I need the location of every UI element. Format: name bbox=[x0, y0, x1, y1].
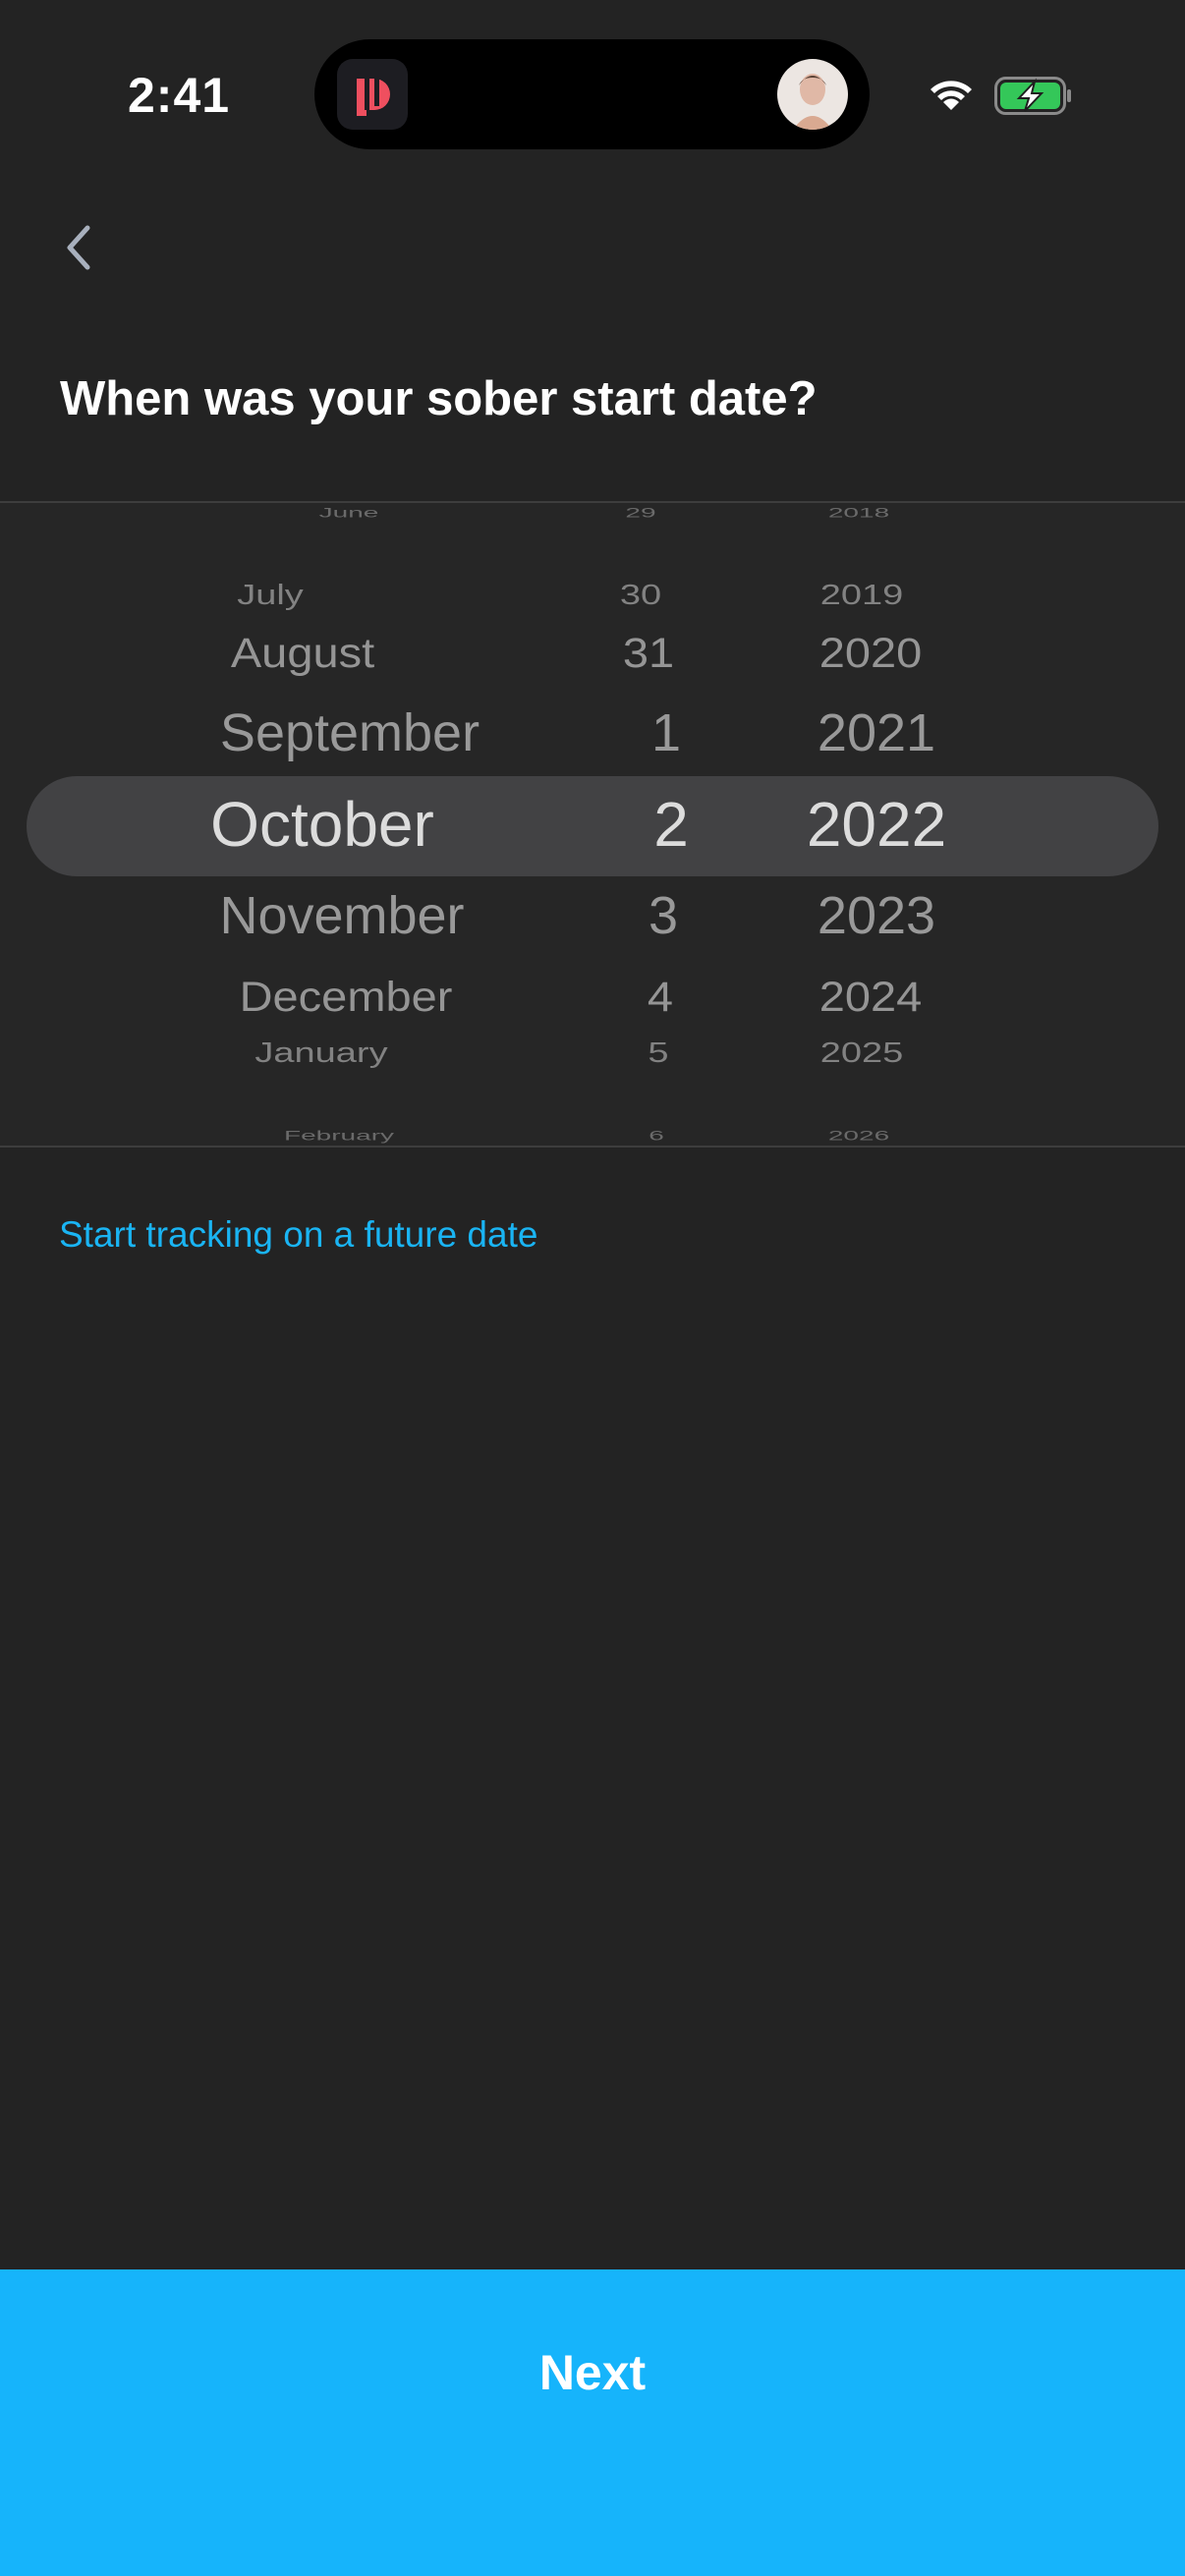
picker-month-option[interactable]: November bbox=[219, 889, 464, 942]
picker-day-option[interactable]: 2 bbox=[653, 793, 689, 856]
next-button-label: Next bbox=[538, 2345, 647, 2400]
picker-month-option[interactable]: June bbox=[319, 506, 379, 520]
picker-day-option[interactable]: 5 bbox=[648, 1039, 668, 1068]
dynamic-island bbox=[314, 39, 870, 149]
page-title: When was your sober start date? bbox=[60, 372, 818, 425]
picker-year-option[interactable]: 2021 bbox=[818, 706, 935, 759]
picker-year-option[interactable]: 2020 bbox=[819, 632, 923, 673]
picker-year-option[interactable]: 2019 bbox=[820, 582, 904, 610]
chevron-left-icon bbox=[67, 225, 90, 270]
date-picker[interactable]: June July August September October November De… bbox=[0, 503, 1185, 1146]
picker-month-option[interactable]: December bbox=[240, 976, 453, 1017]
picker-day-option[interactable]: 1 bbox=[651, 706, 681, 759]
divider-bottom bbox=[0, 1146, 1185, 1148]
avatar[interactable] bbox=[777, 59, 848, 130]
picker-month-option[interactable]: October bbox=[210, 793, 434, 856]
picker-year-option[interactable]: 2023 bbox=[818, 889, 935, 942]
picker-month-option[interactable]: February bbox=[284, 1129, 394, 1143]
picker-day-option[interactable]: 4 bbox=[648, 976, 673, 1017]
picker-month-option[interactable]: July bbox=[237, 582, 304, 610]
picker-year-option[interactable]: 2025 bbox=[820, 1039, 904, 1068]
picker-day-option[interactable]: 30 bbox=[620, 582, 661, 610]
picker-month-option[interactable]: September bbox=[220, 706, 480, 759]
battery-charging-icon bbox=[994, 77, 1071, 115]
status-bar: 2:41 bbox=[0, 0, 1185, 187]
picker-year-option[interactable]: 2026 bbox=[828, 1129, 889, 1143]
picker-day-option[interactable]: 29 bbox=[625, 506, 655, 520]
picker-month-option[interactable]: January bbox=[254, 1039, 387, 1068]
picker-selection-highlight bbox=[27, 776, 1158, 876]
picker-day-option[interactable]: 3 bbox=[649, 889, 678, 942]
picker-day-option[interactable]: 31 bbox=[623, 632, 674, 673]
wifi-icon bbox=[931, 81, 972, 110]
picker-day-option[interactable]: 6 bbox=[649, 1129, 664, 1143]
picker-year-option[interactable]: 2022 bbox=[807, 793, 946, 856]
back-button[interactable] bbox=[49, 218, 108, 277]
future-date-link[interactable]: Start tracking on a future date bbox=[59, 1214, 537, 1256]
picker-year-option[interactable]: 2018 bbox=[828, 506, 889, 520]
picker-month-option[interactable]: August bbox=[231, 632, 374, 673]
next-button[interactable]: Next bbox=[0, 2269, 1185, 2576]
app-icon[interactable] bbox=[337, 59, 408, 130]
status-time: 2:41 bbox=[128, 68, 231, 123]
picker-year-option[interactable]: 2024 bbox=[819, 976, 923, 1017]
